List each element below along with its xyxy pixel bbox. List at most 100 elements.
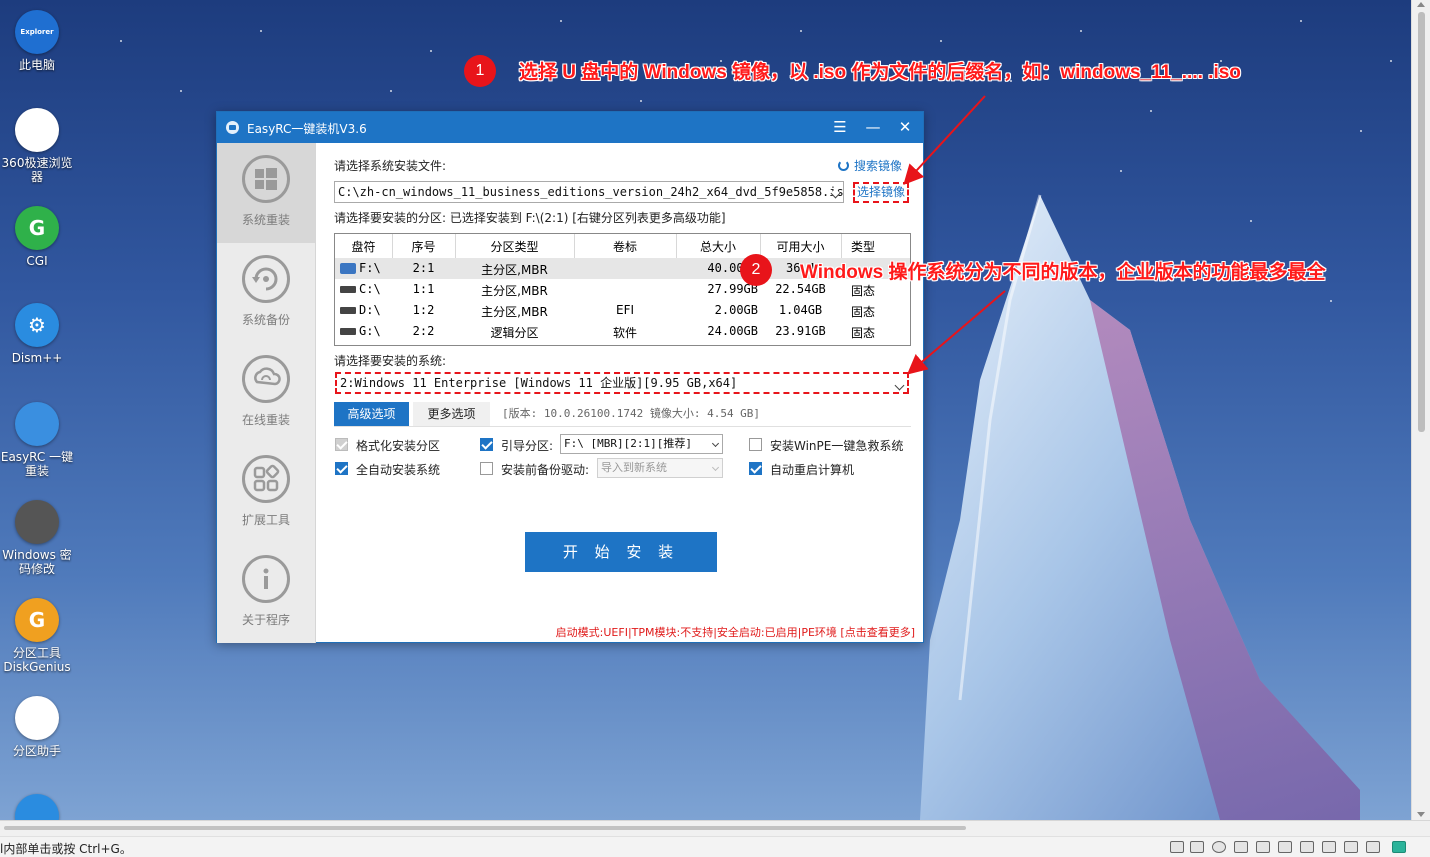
column-header[interactable]: 盘符 [335, 238, 392, 255]
table-cell-free: 23.91GB [775, 324, 826, 338]
diskgenius-icon: G [15, 598, 59, 642]
desktop-icon-label: 此电脑 [18, 58, 55, 72]
explorer-icon: Explorer [15, 10, 59, 54]
desktop-icon[interactable]: Explorer 此电脑 [0, 10, 74, 72]
system-edition-dropdown[interactable]: 2:Windows 11 Enterprise [Windows 11 企业版]… [335, 372, 909, 394]
desktop-icon-label: 分区助手 [12, 744, 61, 758]
tab-more-options[interactable]: 更多选项 [413, 402, 490, 426]
auto-install-label: 全自动安装系统 [356, 463, 441, 477]
column-header[interactable]: 卷标 [574, 238, 676, 255]
backup-driver-checkbox[interactable] [480, 462, 493, 475]
desktop-icon[interactable]: G CGI [0, 206, 74, 268]
info-icon [242, 555, 290, 603]
sidebar-item-system-backup[interactable]: 系统备份 [217, 243, 315, 343]
table-cell-index: 2:2 [412, 324, 435, 338]
search-image-label: 搜索镜像 [854, 159, 903, 173]
search-image-link[interactable]: 搜索镜像 [838, 157, 902, 174]
table-row[interactable]: D:\ 1:2 主分区,MBR EFI 2.00GB 1.04GB 固态 [335, 300, 910, 321]
status-bar: l内部单击或按 Ctrl+G。 [0, 836, 1430, 857]
menu-button[interactable]: ☰ [829, 117, 851, 137]
scroll-thumb[interactable] [1418, 12, 1425, 432]
backup-icon [242, 255, 290, 303]
boot-partition-label: 引导分区: [501, 439, 554, 453]
vm-status-icon [1392, 841, 1406, 853]
table-cell-total: 27.99GB [707, 282, 758, 296]
main-panel: 请选择系统安装文件: 搜索镜像 C:\zh-cn_windows_11_busi… [316, 143, 923, 643]
desktop-icon[interactable]: ⚙ Dism++ [0, 303, 74, 365]
windows-logo-icon [242, 155, 290, 203]
table-cell-type: 主分区,MBR [481, 305, 548, 319]
annotation-text-2: Windows 操作系统分为不同的版本，企业版本的功能最多最全 [800, 262, 1326, 283]
desktop-icon[interactable]: G 分区工具 DiskGenius [0, 598, 74, 674]
start-install-button[interactable]: 开 始 安 装 [525, 532, 717, 572]
auto-reboot-label: 自动重启计算机 [770, 463, 855, 477]
horizontal-scrollbar[interactable] [0, 820, 1430, 836]
column-divider [841, 234, 842, 258]
sidebar-item-about[interactable]: 关于程序 [217, 543, 315, 643]
network-icon [1234, 841, 1248, 853]
column-header[interactable]: 分区类型 [455, 238, 574, 255]
display-icon [1322, 841, 1336, 853]
table-cell-free: 22.54GB [775, 282, 826, 296]
scroll-up-icon[interactable] [1417, 2, 1425, 7]
sidebar-item-online-reinstall[interactable]: 在线重装 [217, 343, 315, 443]
desktop-icon-label: CGI [26, 254, 48, 268]
title-bar[interactable]: EasyRC一键装机V3.6 ☰ — ✕ [217, 112, 923, 143]
minimize-button[interactable]: — [862, 117, 884, 137]
sidebar: 系统重装 系统备份 在线重装 扩展工具 关于程序 [217, 143, 316, 643]
sidebar-item-system-reinstall[interactable]: 系统重装 [217, 143, 315, 243]
desktop-icon[interactable]: Windows 密码修改 [0, 500, 74, 576]
boot-partition-dropdown[interactable]: F:\ [MBR][2:1][推荐] [560, 434, 723, 454]
audio-icon [1256, 841, 1270, 853]
column-header[interactable]: 总大小 [676, 238, 760, 255]
annotation-badge-2: 2 [740, 254, 772, 286]
sidebar-label: 扩展工具 [241, 513, 290, 527]
format-partition-checkbox[interactable] [335, 438, 348, 451]
column-header[interactable]: 可用大小 [760, 238, 841, 255]
auto-install-checkbox[interactable] [335, 462, 348, 475]
online-reinstall-icon [242, 355, 290, 403]
window-title: EasyRC一键装机V3.6 [247, 122, 367, 136]
tab-advanced-options[interactable]: 高级选项 [334, 402, 409, 426]
boot-mode-info-link[interactable]: 启动模式:UEFI|TPM模块:不支持|安全启动:已启用|PE环境 [点击查看更… [556, 624, 915, 640]
table-cell-kind: 固态 [850, 326, 875, 340]
icon-glyph: Explorer [20, 28, 54, 36]
sidebar-item-extension-tools[interactable]: 扩展工具 [217, 443, 315, 543]
auto-reboot-checkbox[interactable] [749, 462, 762, 475]
partition-assistant-icon [15, 696, 59, 740]
column-header[interactable]: 序号 [392, 238, 455, 255]
sidebar-label: 系统备份 [241, 313, 290, 327]
desktop-icon[interactable]: 360极速浏览器 [0, 108, 74, 184]
desktop-icon[interactable] [0, 794, 74, 820]
cd-icon [1212, 841, 1226, 853]
hard-drive-icon [340, 328, 356, 335]
sound-icon [1366, 841, 1380, 853]
partition-table-header: 盘符 序号 分区类型 卷标 总大小 可用大小 类型 [335, 234, 910, 258]
table-cell-free: 1.04GB [778, 303, 823, 317]
dism-icon: ⚙ [15, 303, 59, 347]
scroll-thumb[interactable] [4, 826, 966, 830]
table-cell-index: 1:2 [412, 303, 435, 317]
vertical-scrollbar[interactable] [1411, 0, 1430, 820]
boot-partition-checkbox[interactable] [480, 438, 493, 451]
column-header[interactable]: 类型 [841, 238, 885, 255]
desktop-icon[interactable]: 分区助手 [0, 696, 74, 758]
backup-driver-dropdown[interactable]: 导入到新系统 [597, 458, 723, 478]
iso-path-dropdown[interactable]: C:\zh-cn_windows_11_business_editions_ve… [334, 181, 844, 203]
table-cell-drive: G:\ [359, 324, 381, 338]
divider [334, 426, 911, 427]
install-winpe-checkbox[interactable] [749, 438, 762, 451]
easyrc-icon [15, 402, 59, 446]
file-label: 请选择系统安装文件: [334, 159, 447, 173]
usb-icon [1278, 841, 1292, 853]
table-cell-index: 2:1 [412, 261, 435, 275]
table-cell-total: 2.00GB [714, 303, 758, 317]
table-cell-drive: F:\ [359, 261, 381, 275]
scroll-down-icon[interactable] [1417, 812, 1425, 817]
table-row[interactable]: G:\ 2:2 逻辑分区 软件 24.00GB 23.91GB 固态 [335, 321, 910, 342]
table-cell-index: 1:1 [412, 282, 435, 296]
close-button[interactable]: ✕ [894, 117, 916, 137]
choose-image-button[interactable]: 选择镜像 [853, 182, 909, 203]
desktop-icon[interactable]: EasyRC 一键重装 [0, 402, 74, 478]
table-cell-label: EFI [615, 303, 635, 317]
